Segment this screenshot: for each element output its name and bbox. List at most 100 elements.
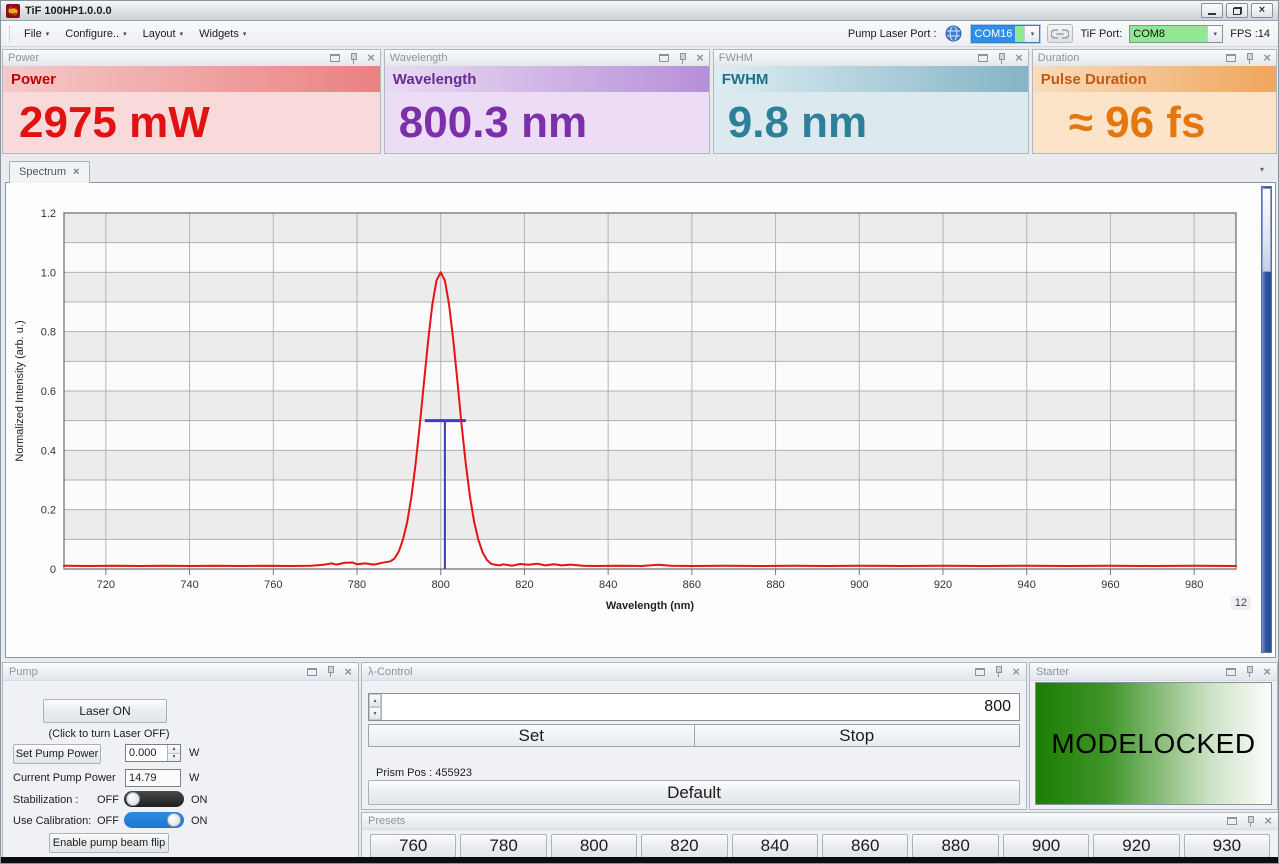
tif-port-dropdown-icon[interactable]: ▾ xyxy=(1207,26,1222,42)
wavelength-target-input[interactable]: 800 xyxy=(382,694,1019,720)
pump-power-unit: W xyxy=(189,747,199,759)
wavelength-maximize-icon[interactable] xyxy=(659,54,669,62)
wavelength-value: 800.3 nm xyxy=(385,92,709,153)
presets-title: Presets xyxy=(368,815,1227,827)
lambda-close-icon[interactable]: × xyxy=(1012,667,1020,677)
window-title: TiF 100HP1.0.0.0 xyxy=(25,5,1201,17)
scrollbar-thumb[interactable] xyxy=(1262,188,1271,272)
restore-button[interactable] xyxy=(1226,3,1248,18)
wavelength-close-icon[interactable]: × xyxy=(696,53,704,63)
power-maximize-icon[interactable] xyxy=(330,54,340,62)
beam-flip-button[interactable]: Enable pump beam flip xyxy=(49,833,169,853)
starter-titlebar-icons: × xyxy=(1226,666,1271,677)
preset-820-button[interactable]: 820 xyxy=(641,834,727,858)
starter-close-icon[interactable]: × xyxy=(1263,667,1271,677)
set-pump-power-button[interactable]: Set Pump Power xyxy=(13,744,101,764)
default-button[interactable]: Default xyxy=(368,780,1020,805)
lambda-title: λ-Control xyxy=(368,666,975,678)
starter-panel: Starter × MODELOCKED xyxy=(1029,662,1278,810)
preset-760-button[interactable]: 760 xyxy=(370,834,456,858)
menu-bar: File▾Configure..▾Layout▾Widgets▾ Pump La… xyxy=(1,21,1278,47)
svg-text:720: 720 xyxy=(97,579,115,591)
spectrum-panel: 7207407607808008208408608809009209409609… xyxy=(5,182,1276,658)
caret-down-icon: ▾ xyxy=(180,30,184,38)
power-close-icon[interactable]: × xyxy=(367,53,375,63)
preset-800-button[interactable]: 800 xyxy=(551,834,637,858)
lambda-maximize-icon[interactable] xyxy=(975,668,985,676)
preset-840-button[interactable]: 840 xyxy=(732,834,818,858)
close-window-button[interactable]: × xyxy=(1251,3,1273,18)
tif-port-value: COM8 xyxy=(1130,26,1207,42)
pump-port-value: COM16 xyxy=(972,26,1016,42)
fwhm-close-icon[interactable]: × xyxy=(1015,53,1023,63)
toolbar-right: Pump Laser Port : COM16 ▾ TiF Port: COM8… xyxy=(848,24,1270,43)
duration-header: Pulse Duration xyxy=(1033,66,1276,92)
preset-900-button[interactable]: 900 xyxy=(1003,834,1089,858)
wavelength-titlebar: Wavelength× xyxy=(385,50,709,66)
spin-down-icon[interactable]: ▼ xyxy=(369,707,381,720)
calibration-off-label: OFF xyxy=(97,815,119,827)
preset-860-button[interactable]: 860 xyxy=(822,834,908,858)
presets-titlebar-icons: × xyxy=(1227,816,1272,827)
menu-widgets[interactable]: Widgets▾ xyxy=(191,24,254,44)
menu-file[interactable]: File▾ xyxy=(16,24,57,44)
svg-text:Normalized Intensity (arb. u.): Normalized Intensity (arb. u.) xyxy=(14,320,26,461)
app-window: TiF 100HP1.0.0.0 × File▾Configure..▾Layo… xyxy=(0,0,1279,864)
tab-spectrum[interactable]: Spectrum × xyxy=(9,161,90,183)
spin-down-icon[interactable]: ▼ xyxy=(168,753,180,762)
power-pin-icon[interactable] xyxy=(349,53,358,64)
minimize-button[interactable] xyxy=(1201,3,1223,18)
pump-maximize-icon[interactable] xyxy=(307,668,317,676)
connect-button[interactable] xyxy=(1047,24,1073,43)
pump-port-dropdown-icon[interactable]: ▾ xyxy=(1024,26,1039,42)
preset-880-button[interactable]: 880 xyxy=(912,834,998,858)
window-controls: × xyxy=(1201,3,1273,18)
lambda-pin-icon[interactable] xyxy=(994,666,1003,677)
spin-up-icon[interactable]: ▲ xyxy=(168,745,180,753)
duration-pin-icon[interactable] xyxy=(1245,53,1254,64)
wavelength-pin-icon[interactable] xyxy=(678,53,687,64)
pump-port-select[interactable]: COM16 ▾ xyxy=(971,25,1041,43)
duration-close-icon[interactable]: × xyxy=(1263,53,1271,63)
power-panel-title: Power xyxy=(8,51,330,66)
toolbar-grip[interactable] xyxy=(7,26,10,42)
pump-port-value-pad xyxy=(1015,26,1024,42)
duration-maximize-icon[interactable] xyxy=(1226,54,1236,62)
spin-up-icon[interactable]: ▲ xyxy=(369,694,381,707)
presets-close-icon[interactable]: × xyxy=(1264,816,1272,826)
starter-maximize-icon[interactable] xyxy=(1226,668,1236,676)
fwhm-pin-icon[interactable] xyxy=(997,53,1006,64)
pump-pin-icon[interactable] xyxy=(326,666,335,677)
preset-780-button[interactable]: 780 xyxy=(460,834,546,858)
fwhm-maximize-icon[interactable] xyxy=(978,54,988,62)
tif-port-select[interactable]: COM8 ▾ xyxy=(1129,25,1223,43)
starter-pin-icon[interactable] xyxy=(1245,666,1254,677)
pump-close-icon[interactable]: × xyxy=(344,667,352,677)
vertical-scrollbar[interactable] xyxy=(1261,186,1272,653)
menu-item-label: Configure.. xyxy=(65,28,119,40)
preset-930-button[interactable]: 930 xyxy=(1184,834,1270,858)
stop-button[interactable]: Stop xyxy=(694,725,1020,746)
set-button[interactable]: Set xyxy=(369,725,694,746)
fwhm-titlebar: FWHM× xyxy=(714,50,1028,66)
globe-icon xyxy=(945,25,962,42)
presets-pin-icon[interactable] xyxy=(1246,816,1255,827)
menu-layout[interactable]: Layout▾ xyxy=(135,24,192,44)
svg-text:0.8: 0.8 xyxy=(41,327,56,339)
laser-on-button[interactable]: Laser ON xyxy=(43,699,167,723)
stabilization-toggle[interactable] xyxy=(124,791,184,807)
power-value: 2975 mW xyxy=(3,92,380,153)
pump-power-input[interactable]: 0.000 xyxy=(126,745,167,761)
tab-close-icon[interactable]: × xyxy=(73,168,79,177)
preset-920-button[interactable]: 920 xyxy=(1093,834,1179,858)
tab-list-dropdown-icon[interactable]: ▾ xyxy=(1260,165,1264,174)
caret-down-icon: ▾ xyxy=(123,30,127,38)
presets-maximize-icon[interactable] xyxy=(1227,817,1237,825)
menu-configure[interactable]: Configure.. ▾ xyxy=(57,24,134,44)
refresh-ports-button[interactable] xyxy=(944,24,964,43)
caret-down-icon: ▾ xyxy=(243,30,247,38)
modelocked-status: MODELOCKED xyxy=(1035,682,1272,805)
calibration-toggle[interactable] xyxy=(124,812,184,828)
power-titlebar-icons: × xyxy=(330,53,375,64)
svg-text:760: 760 xyxy=(264,579,282,591)
